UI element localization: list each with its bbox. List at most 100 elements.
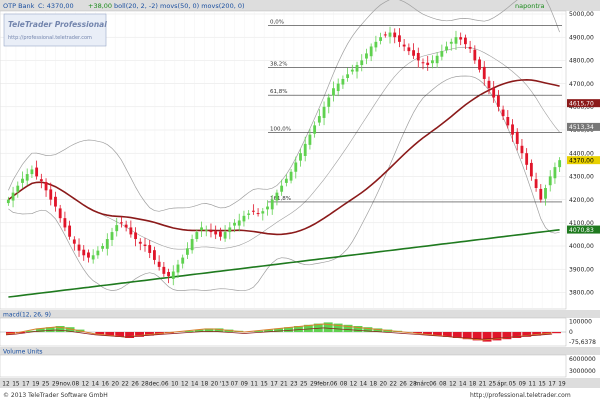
candle-body <box>115 225 119 232</box>
footer-url[interactable]: http://professional.teletrader.com <box>470 392 571 399</box>
x-tick-label: 08 <box>340 382 348 388</box>
candle-body <box>548 176 552 186</box>
volume-tick-label: 6000000 <box>569 356 596 363</box>
x-tick-label: 06 <box>161 382 169 388</box>
candle-body <box>68 225 72 237</box>
candle-body <box>440 51 444 57</box>
candle-body <box>72 239 76 244</box>
price-tick-label: 4300,00 <box>569 174 594 181</box>
volume-pane <box>0 354 567 378</box>
x-tick-label: 14 <box>459 382 467 388</box>
napontra-link[interactable]: napontra <box>515 2 545 10</box>
candle-body <box>449 41 453 44</box>
candle-body <box>346 74 350 79</box>
x-tick-label: 22 <box>390 382 398 388</box>
candle-body <box>30 169 34 175</box>
candle-body <box>96 250 100 256</box>
x-tick-label: 26 <box>131 382 139 388</box>
logo-url: http://professional.teletrader.com <box>8 35 92 41</box>
x-tick-label: 09 <box>519 382 527 388</box>
candle-body <box>445 46 448 51</box>
indicator-list: boll(20, 2, -2) movs(50, 0) movs(200, 0) <box>114 2 245 10</box>
candle-body <box>190 239 194 251</box>
price-change: +38,00 <box>88 2 112 10</box>
candle-body <box>402 44 406 47</box>
price-tag-label: 4370,00 <box>569 157 594 164</box>
x-tick-label: febr. <box>317 382 330 388</box>
chart-root: OTP Bank C: 4370,00 +38,00 boll(20, 2, -… <box>0 0 600 400</box>
candle-body <box>303 143 307 156</box>
x-tick-label: 17 <box>22 382 30 388</box>
macd-tick-label: 100000 <box>569 319 592 326</box>
candle-body <box>454 37 458 44</box>
price-tick-label: 3900,00 <box>569 266 594 273</box>
candle-body <box>6 199 10 204</box>
candle-body <box>148 245 152 253</box>
candle-body <box>553 167 557 179</box>
candle-body <box>525 153 529 165</box>
logo-box <box>3 13 107 47</box>
candle-body <box>336 83 340 92</box>
candle-body <box>539 188 543 200</box>
fib-label: 0,0% <box>270 20 284 26</box>
candle-body <box>209 230 213 233</box>
candle-body <box>426 62 430 66</box>
price-tick-label: 4200,00 <box>569 197 594 204</box>
x-tick-label: 20 <box>112 382 120 388</box>
candle-body <box>176 264 180 273</box>
price-tick-label: 4800,00 <box>569 58 594 65</box>
candle-body <box>478 59 481 70</box>
candle-body <box>482 66 486 79</box>
candle-body <box>365 53 368 59</box>
price-tick-label: 3800,00 <box>569 290 594 297</box>
instrument-name: OTP Bank <box>3 2 35 10</box>
candle-body <box>421 62 425 64</box>
candle-body <box>416 52 420 61</box>
x-tick-label: 18 <box>370 382 378 388</box>
candle-body <box>54 196 57 207</box>
candle-body <box>520 145 524 154</box>
candle-body <box>383 34 387 36</box>
candle-body <box>294 162 298 172</box>
candle-body <box>16 185 20 192</box>
candle-body <box>544 188 547 199</box>
candle-body <box>332 88 335 96</box>
candle-body <box>124 224 128 228</box>
x-tick-label: 06 <box>330 382 338 388</box>
volume-tick-label: 3000000 <box>569 368 596 375</box>
candle-body <box>256 213 260 215</box>
x-tick-label: 17 <box>548 382 556 388</box>
candle-body <box>233 222 236 226</box>
macd-tick-label: -75,6378 <box>569 339 596 346</box>
x-tick-label: 12 <box>181 382 189 388</box>
x-tick-label: 25 <box>300 382 308 388</box>
teletrader-logo: TeleTrader Professional <box>8 20 107 29</box>
candle-body <box>138 241 142 244</box>
x-tick-label: 23 <box>290 382 298 388</box>
x-tick-label: 12 <box>350 382 358 388</box>
price-tag-label: 4615,70 <box>569 100 594 107</box>
macd-tick-label: 0 <box>569 329 573 336</box>
candle-body <box>412 50 415 56</box>
volume-label: Volume Units <box>3 349 43 356</box>
x-tick-label: 06 <box>429 382 437 388</box>
candle-body <box>157 261 161 267</box>
candle-body <box>195 232 199 240</box>
candle-body <box>129 227 133 235</box>
x-tick-label: 20 <box>380 382 388 388</box>
x-tick-label: 26 <box>399 382 407 388</box>
candle-body <box>515 131 519 144</box>
candle-body <box>388 32 392 37</box>
candle-body <box>506 117 510 126</box>
x-tick-label: 10 <box>171 382 179 388</box>
candle-body <box>44 181 48 191</box>
x-tick-label: 18 <box>201 382 209 388</box>
candle-body <box>223 232 227 239</box>
x-tick-label: 21 <box>479 382 487 388</box>
candle-body <box>501 109 505 117</box>
candle-body <box>360 60 364 66</box>
candle-body <box>266 206 269 210</box>
candle-body <box>185 248 189 255</box>
candle-body <box>463 37 467 45</box>
x-tick-label: '13 <box>220 382 229 388</box>
